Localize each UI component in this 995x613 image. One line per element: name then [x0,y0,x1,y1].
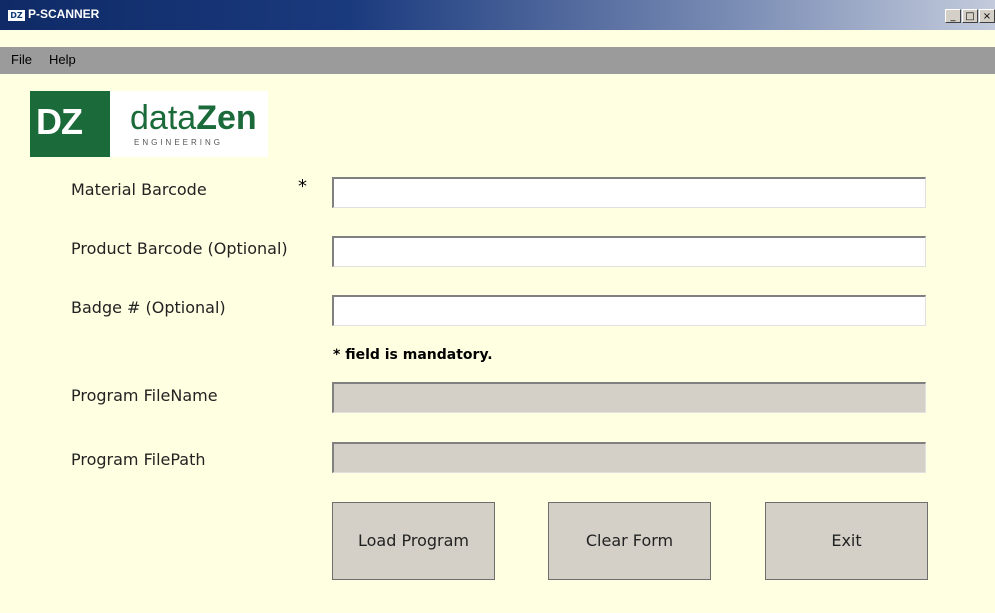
product-barcode-input[interactable] [332,236,926,267]
menu-help[interactable]: Help [49,52,76,67]
badge-input[interactable] [332,295,926,326]
app-icon: DZ [8,10,25,21]
datazen-logo: DZ dataZen ENGINEERING [30,91,268,157]
logo-mark: DZ [30,91,110,157]
exit-button[interactable]: Exit [765,502,928,580]
p-scanner-window: DZ P-SCANNER _ □ × File Help DZ dataZen … [0,0,995,613]
required-marker: * [298,176,307,197]
menu-bar: File Help [0,47,995,74]
maximize-button[interactable]: □ [962,9,978,23]
minimize-button[interactable]: _ [945,9,961,23]
product-barcode-label: Product Barcode (Optional) [71,239,288,258]
title-bar[interactable]: DZ P-SCANNER _ □ × [0,0,995,30]
logo-subtitle: ENGINEERING [134,138,224,147]
material-barcode-input[interactable] [332,177,926,208]
program-filename-field [332,382,926,413]
logo-word-bold: Zen [196,99,257,137]
window-title: P-SCANNER [28,7,100,21]
clear-form-button[interactable]: Clear Form [548,502,711,580]
program-filepath-field [332,442,926,473]
program-filename-label: Program FileName [71,386,218,405]
load-program-button[interactable]: Load Program [332,502,495,580]
window-controls: _ □ × [945,9,995,23]
logo-mark-text: DZ [36,101,83,142]
mandatory-note: * field is mandatory. [333,347,493,363]
material-barcode-label: Material Barcode [71,180,207,199]
program-filepath-label: Program FilePath [71,450,206,469]
logo-word-light: data [130,99,197,137]
menu-file[interactable]: File [11,52,32,67]
close-button[interactable]: × [979,9,995,23]
logo-wordmark: dataZen [130,99,257,138]
badge-label: Badge # (Optional) [71,298,226,317]
